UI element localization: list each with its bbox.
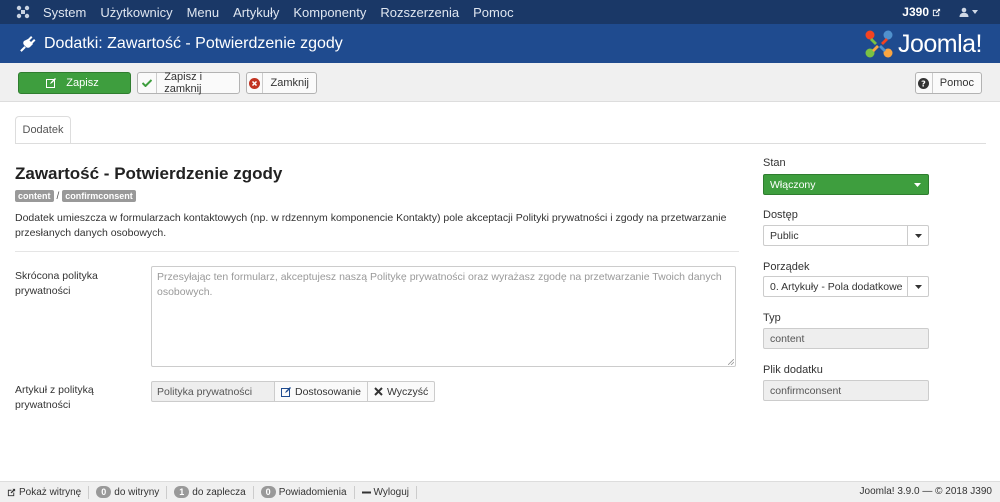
ordering-value: 0. Artykuły - Pola dodatkowe bbox=[770, 280, 903, 293]
page-header: Dodatki: Zawartość - Potwierdzenie zgody… bbox=[0, 24, 1000, 63]
plugin-title: Zawartość - Potwierdzenie zgody bbox=[15, 164, 283, 183]
ordering-label: Porządek bbox=[763, 261, 810, 273]
short-policy-placeholder: Przesyłając ten formularz, akceptujesz n… bbox=[157, 271, 722, 298]
brand-text: Joomla! bbox=[897, 29, 983, 58]
caret-down-icon bbox=[907, 277, 928, 296]
plugin-description: Dodatek umieszcza w formularzach kontakt… bbox=[15, 212, 727, 239]
ordering-select[interactable]: 0. Artykuły - Pola dodatkowe bbox=[763, 276, 929, 297]
tab-divider bbox=[15, 143, 986, 144]
short-policy-label: Skrócona polityka prywatności bbox=[15, 270, 98, 297]
article-label: Artykuł z polityką prywatności bbox=[15, 384, 94, 411]
backend-count-badge: 1 bbox=[174, 486, 190, 498]
save-close-label: Zapisz i zamknij bbox=[164, 71, 203, 95]
menu-content[interactable]: Artykuły bbox=[226, 5, 286, 20]
menu-help[interactable]: Pomoc bbox=[466, 5, 520, 20]
close-label: Zamknij bbox=[270, 77, 309, 89]
save-label: Zapisz bbox=[66, 77, 99, 89]
logout-label: Wyloguj bbox=[373, 486, 409, 498]
article-select-label: Dostosowanie bbox=[295, 385, 361, 398]
external-link-icon bbox=[932, 8, 941, 16]
type-field: content bbox=[763, 328, 929, 349]
messages-link[interactable]: 0 Powiadomienia bbox=[254, 485, 355, 499]
status-select[interactable]: Włączony bbox=[763, 174, 929, 195]
file-field: confirmconsent bbox=[763, 380, 929, 401]
help-button[interactable]: ? Pomoc bbox=[915, 72, 982, 94]
plugin-icon bbox=[18, 34, 38, 54]
page-title: Dodatki: Zawartość - Potwierdzenie zgody bbox=[44, 34, 343, 52]
article-clear-button[interactable]: Wyczyść bbox=[367, 381, 436, 402]
save-close-button[interactable]: Zapisz i zamknij bbox=[137, 71, 240, 95]
joomla-logo-icon bbox=[865, 30, 893, 58]
status-bar: Pokaż witrynę 0 do witryny 1 do zaplecza… bbox=[0, 481, 1000, 502]
top-menu-bar: System Użytkownicy Menu Artykuły Kompone… bbox=[0, 0, 1000, 24]
caret-down-icon bbox=[972, 10, 978, 14]
access-select[interactable]: Public bbox=[763, 225, 929, 246]
access-value: Public bbox=[770, 229, 799, 242]
frontend-users: 0 do witryny bbox=[89, 485, 168, 499]
article-field: Polityka prywatności Dostosowanie Wyczyś… bbox=[151, 381, 441, 402]
menu-users[interactable]: Użytkownicy bbox=[93, 5, 179, 20]
joomla-menu-logo-icon[interactable] bbox=[10, 0, 36, 24]
backend-users: 1 do zaplecza bbox=[167, 485, 254, 499]
save-button[interactable]: Zapisz bbox=[18, 72, 131, 94]
site-link[interactable]: J390 bbox=[902, 5, 941, 19]
view-site-link[interactable]: Pokaż witrynę bbox=[0, 485, 90, 499]
topbar-right: J390 bbox=[902, 0, 1000, 24]
status-value: Włączony bbox=[770, 178, 816, 191]
short-policy-textarea[interactable]: Przesyłając ten formularz, akceptujesz n… bbox=[151, 266, 736, 367]
edit-icon bbox=[281, 386, 291, 397]
cancel-circle-icon bbox=[247, 73, 264, 93]
question-icon: ? bbox=[916, 73, 933, 93]
check-icon bbox=[138, 73, 158, 93]
access-label: Dostęp bbox=[763, 209, 798, 221]
backend-label: do zaplecza bbox=[192, 486, 246, 498]
version-text: Joomla! 3.9.0 — © 2018 J390 bbox=[859, 486, 992, 497]
article-clear-label: Wyczyść bbox=[386, 385, 429, 398]
toolbar: Zapisz Zapisz i zamknij Zamknij ? Pomoc bbox=[0, 63, 1000, 102]
article-select-button[interactable]: Dostosowanie bbox=[275, 381, 368, 402]
frontend-label: do witryny bbox=[114, 486, 160, 498]
x-icon bbox=[374, 387, 383, 396]
plugin-tags: content / confirmconsent bbox=[15, 190, 136, 202]
svg-text:?: ? bbox=[922, 79, 927, 88]
tag-group: content bbox=[15, 190, 54, 202]
resize-grip-icon[interactable] bbox=[728, 359, 734, 365]
type-label: Typ bbox=[763, 312, 781, 324]
menu-components[interactable]: Komponenty bbox=[286, 5, 373, 20]
joomla-brand: Joomla! bbox=[864, 28, 983, 60]
menu-extensions[interactable]: Rozszerzenia bbox=[373, 5, 466, 20]
file-label: Plik dodatku bbox=[763, 364, 823, 376]
help-label: Pomoc bbox=[939, 77, 974, 89]
status-label: Stan bbox=[763, 157, 786, 169]
logout-link[interactable]: Wyloguj bbox=[355, 485, 417, 499]
site-name: J390 bbox=[902, 5, 929, 19]
tag-separator: / bbox=[56, 190, 60, 202]
caret-down-icon bbox=[907, 226, 928, 245]
frontend-count-badge: 0 bbox=[96, 486, 112, 498]
close-button[interactable]: Zamknij bbox=[246, 72, 317, 94]
minus-icon bbox=[361, 491, 371, 493]
messages-label: Powiadomienia bbox=[278, 486, 347, 498]
tab-plugin[interactable]: Dodatek bbox=[15, 116, 71, 144]
content-divider bbox=[15, 251, 739, 252]
messages-count-badge: 0 bbox=[260, 486, 276, 498]
menu-menus[interactable]: Menu bbox=[180, 5, 227, 20]
tag-element: confirmconsent bbox=[62, 190, 136, 202]
article-value: Polityka prywatności bbox=[151, 381, 275, 402]
menu-system[interactable]: System bbox=[36, 5, 93, 20]
edit-icon bbox=[43, 73, 59, 93]
view-site-label: Pokaż witrynę bbox=[19, 486, 82, 498]
user-icon bbox=[959, 7, 969, 17]
caret-down-icon bbox=[907, 175, 928, 194]
user-menu[interactable] bbox=[959, 7, 978, 17]
external-link-icon bbox=[7, 488, 16, 496]
